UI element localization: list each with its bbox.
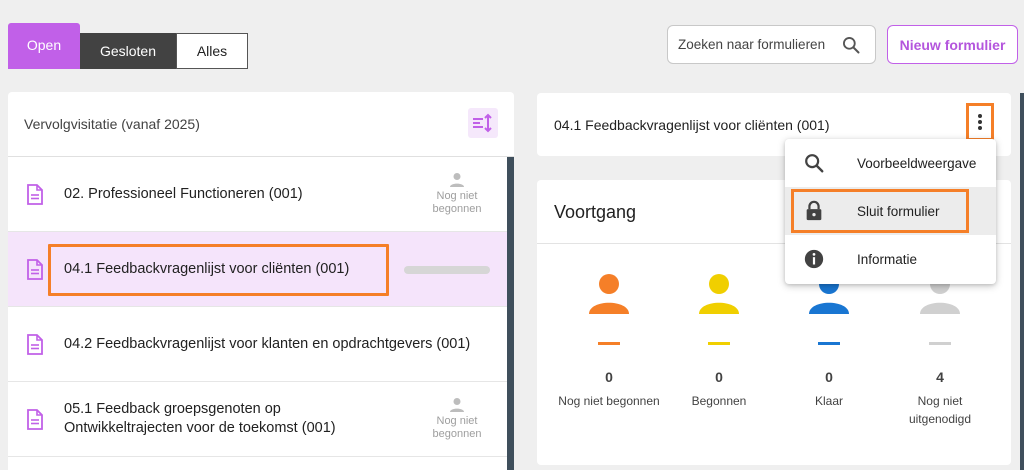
tab-all[interactable]: Alles (176, 33, 248, 69)
stat-not-started: 0 Nog niet begonnen (549, 272, 669, 410)
person-icon (699, 274, 739, 314)
sort-icon (473, 113, 492, 133)
list-item-label: 05.1 Feedback groepsgenoten op Ontwikkel… (64, 401, 336, 436)
search-box (667, 25, 876, 64)
tab-open[interactable]: Open (8, 23, 80, 69)
scrollbar[interactable] (1020, 93, 1024, 470)
stat-not-invited: 4 Nog niet uitgenodigd (880, 272, 1000, 428)
menu-item-info[interactable]: Informatie (785, 235, 996, 283)
sort-button[interactable] (468, 108, 498, 138)
list-item-label: 04.2 Feedbackvragenlijst voor klanten en… (64, 335, 471, 352)
status-not-started: Nog niet begonnen (418, 397, 496, 441)
stat-started: 0 Begonnen (659, 272, 779, 410)
search-input[interactable] (678, 37, 838, 52)
status-not-started: Nog niet begonnen (418, 172, 496, 216)
search-icon (803, 152, 825, 179)
scrollbar[interactable] (507, 157, 514, 470)
form-list-header: Vervolgvisitatie (vanaf 2025) (8, 92, 514, 157)
stat-dash (598, 342, 620, 345)
list-item[interactable]: 05.1 Feedback groepsgenoten op Ontwikkel… (8, 382, 514, 457)
document-icon (26, 259, 43, 285)
form-title: 04.1 Feedbackvragenlijst voor cliënten (… (554, 116, 830, 133)
person-icon (450, 398, 464, 412)
list-item-label: 02. Professioneel Functioneren (001) (64, 185, 303, 202)
stat-dash (818, 342, 840, 345)
person-icon (589, 274, 629, 314)
document-icon (26, 409, 43, 435)
more-options-button[interactable] (966, 103, 994, 141)
highlight-box (791, 189, 969, 233)
form-list-title: Vervolgvisitatie (vanaf 2025) (24, 116, 200, 132)
progress-title: Voortgang (554, 202, 637, 222)
stat-done: 0 Klaar (769, 272, 889, 410)
filter-tabs: Open Gesloten Alles (8, 23, 248, 69)
list-item[interactable]: 04.2 Feedbackvragenlijst voor klanten en… (8, 307, 514, 382)
tab-closed[interactable]: Gesloten (80, 33, 176, 69)
menu-item-preview[interactable]: Voorbeeldweergave (785, 139, 996, 187)
search-icon[interactable] (841, 35, 861, 60)
info-icon (803, 248, 825, 275)
document-icon (26, 184, 43, 210)
document-icon (26, 334, 43, 360)
kebab-icon (978, 114, 982, 130)
list-item[interactable]: 02. Professioneel Functioneren (001) Nog… (8, 157, 514, 232)
new-form-button[interactable]: Nieuw formulier (887, 25, 1018, 64)
stat-dash (929, 342, 951, 345)
form-list: 02. Professioneel Functioneren (001) Nog… (8, 157, 514, 457)
person-icon (450, 173, 464, 187)
progress-bar (404, 266, 490, 274)
highlight-box (48, 244, 389, 296)
stat-dash (708, 342, 730, 345)
